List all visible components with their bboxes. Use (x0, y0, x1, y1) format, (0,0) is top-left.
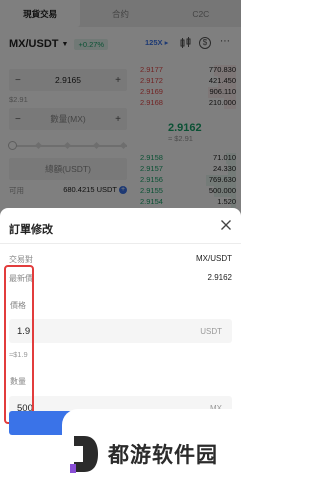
watermark: 都游软件园 (62, 409, 241, 499)
divider (0, 243, 241, 244)
sheet-title: 訂單修改 (9, 224, 53, 236)
pair-info-row: 交易對 MX/USDT (9, 254, 232, 265)
price-input[interactable]: 1.9 USDT (9, 319, 232, 343)
pair-value: MX/USDT (196, 254, 232, 263)
price-unit: USDT (200, 326, 222, 336)
highlight-frame (4, 265, 34, 424)
watermark-text: 都游软件园 (108, 443, 218, 467)
last-price-row: 最新價 2.9162 (9, 273, 232, 284)
last-price-value: 2.9162 (207, 273, 232, 282)
pair-label: 交易對 (9, 255, 33, 264)
close-icon[interactable] (220, 219, 232, 231)
site-logo-icon (70, 436, 98, 473)
